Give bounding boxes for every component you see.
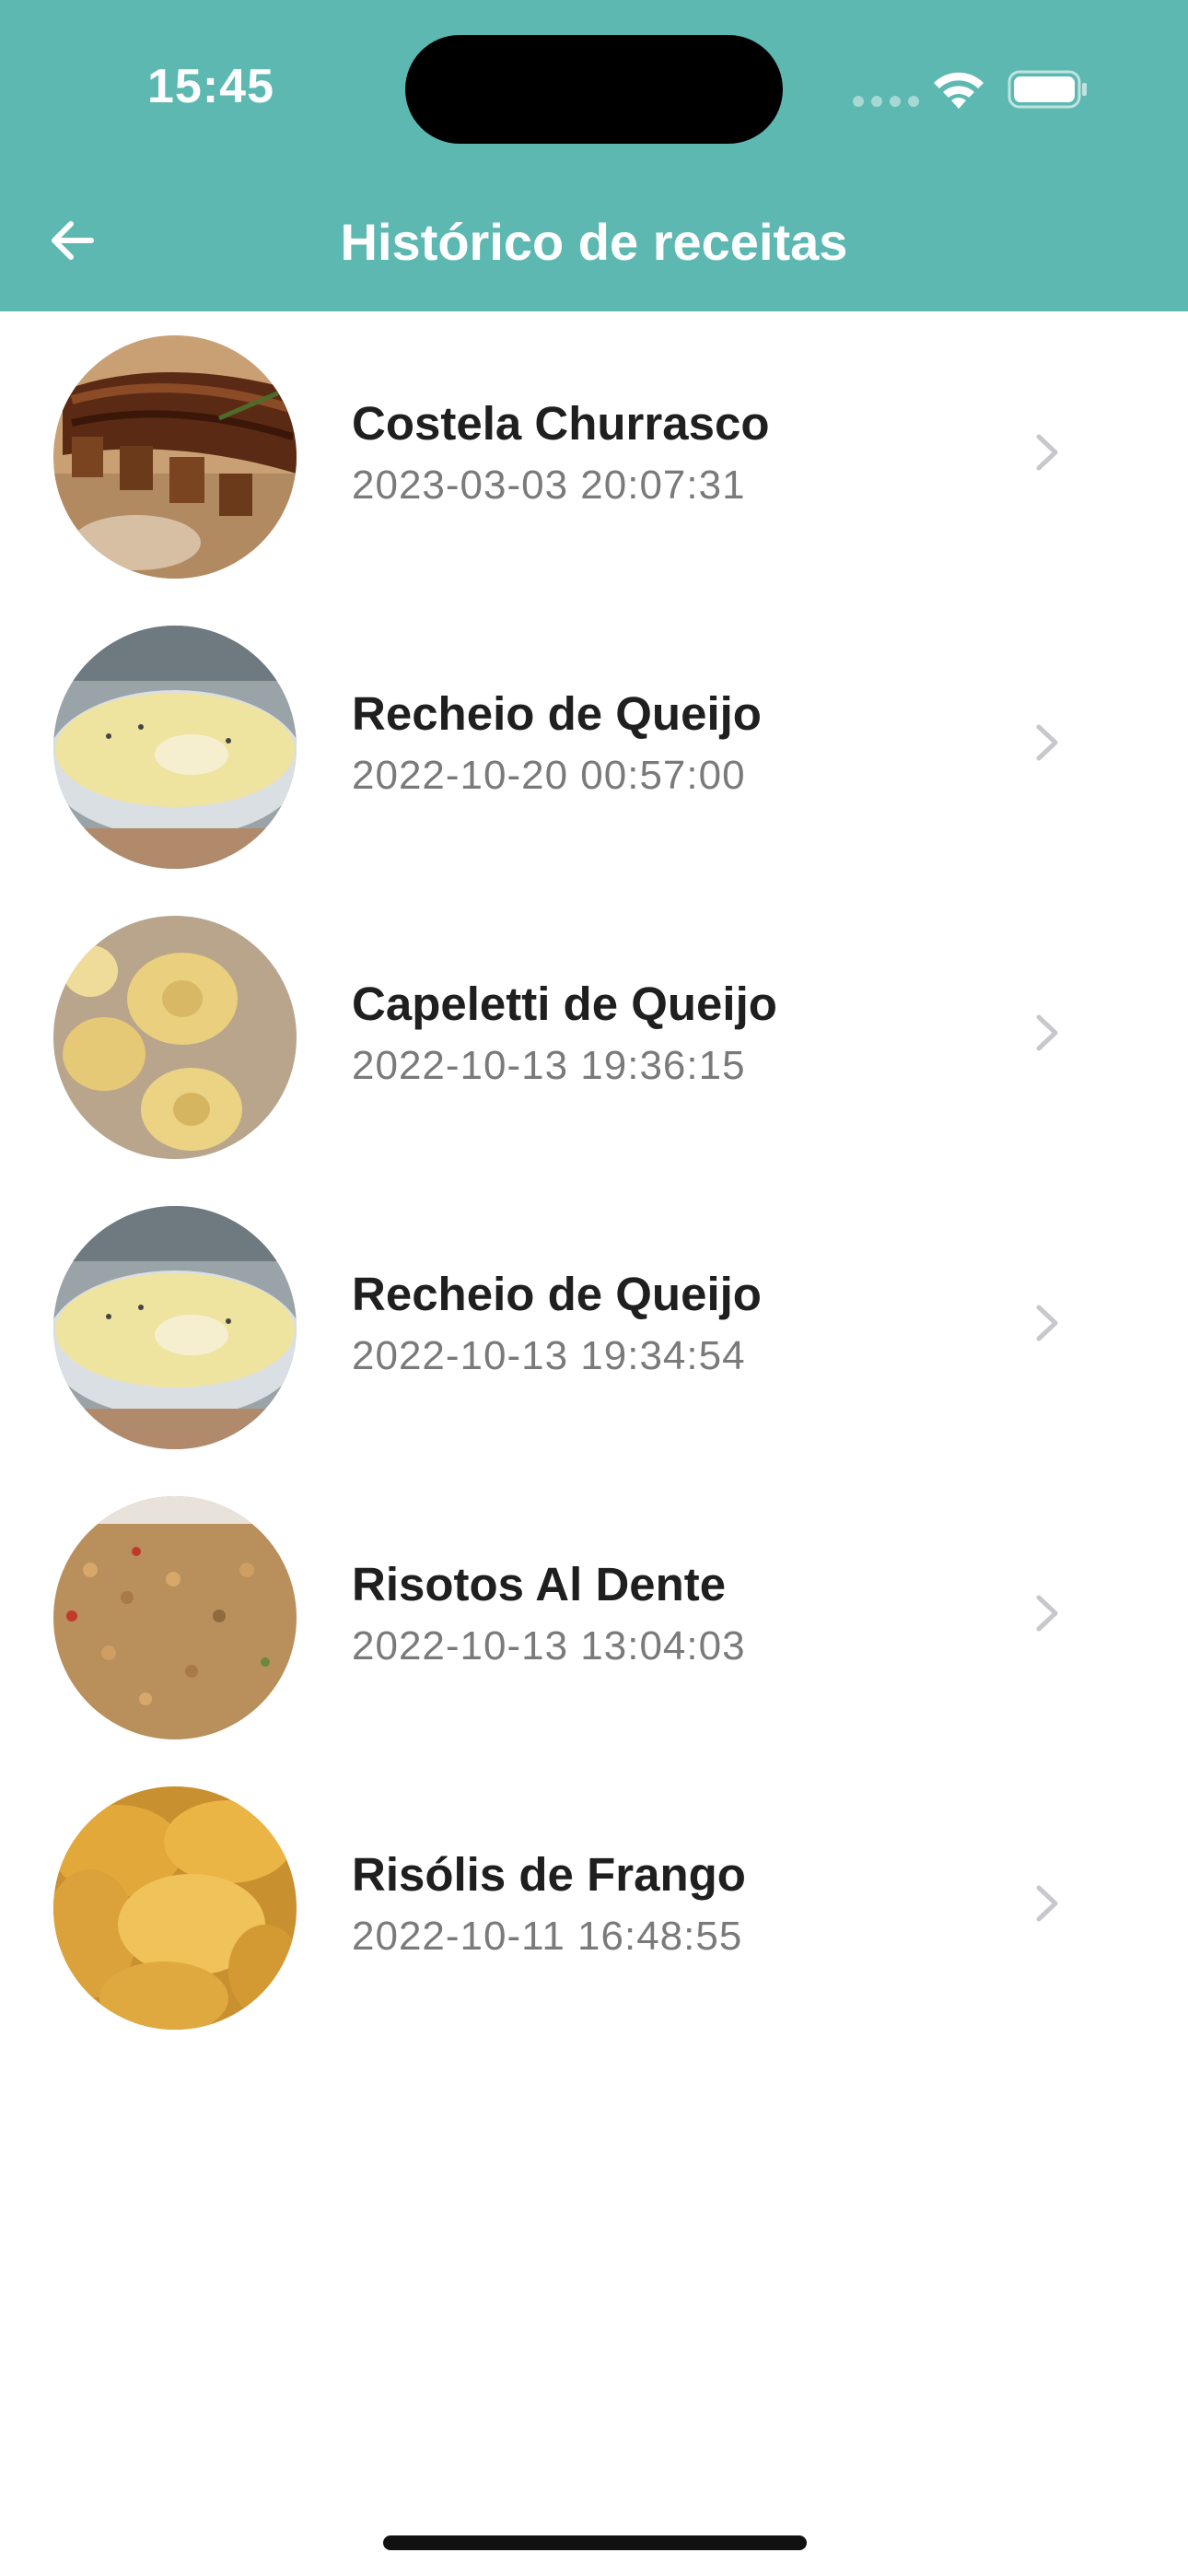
recipe-thumbnail (53, 916, 297, 1159)
list-item[interactable]: Risólis de Frango 2022-10-11 16:48:55 (0, 1762, 1188, 2053)
page-title: Histórico de receitas (340, 213, 848, 271)
recipe-date: 2022-10-20 00:57:00 (352, 753, 746, 798)
recipe-name: Risotos Al Dente (352, 1558, 727, 1610)
chevron-right-icon (1036, 1885, 1058, 1922)
list-item[interactable]: Risotos Al Dente 2022-10-13 13:04:03 (0, 1472, 1188, 1762)
battery-icon (1007, 70, 1087, 109)
recipe-thumbnail (53, 626, 297, 869)
status-time: 15:45 (147, 60, 274, 113)
recipe-date: 2022-10-13 13:04:03 (352, 1623, 746, 1669)
recipe-thumbnail (53, 335, 297, 579)
recipe-date: 2022-10-13 19:36:15 (352, 1043, 746, 1088)
recipe-name: Recheio de Queijo (352, 687, 762, 740)
recipe-thumbnail (53, 1786, 297, 2030)
chevron-right-icon (1036, 724, 1058, 761)
recipe-name: Risólis de Frango (352, 1848, 746, 1901)
list-item[interactable]: Recheio de Queijo 2022-10-20 00:57:00 (0, 602, 1188, 892)
recipe-history-screen: 15:45 Histórico de receitas Costela Chur… (0, 0, 1188, 2576)
wifi-icon (934, 72, 984, 109)
list-item[interactable]: Recheio de Queijo 2022-10-13 19:34:54 (0, 1182, 1188, 1472)
dynamic-island (405, 35, 783, 144)
cellular-signal-icon (853, 96, 919, 107)
recipe-name: Capeletti de Queijo (352, 978, 777, 1030)
recipe-date: 2022-10-13 19:34:54 (352, 1333, 746, 1378)
header-bar: 15:45 Histórico de receitas (0, 0, 1188, 311)
recipe-name: Costela Churrasco (352, 397, 770, 450)
recipe-history-list: Costela Churrasco 2023-03-03 20:07:31 Re… (0, 311, 1188, 2053)
list-item[interactable]: Capeletti de Queijo 2022-10-13 19:36:15 (0, 892, 1188, 1182)
recipe-thumbnail (53, 1496, 297, 1739)
chevron-right-icon (1036, 434, 1058, 471)
chevron-right-icon (1036, 1014, 1058, 1051)
home-indicator[interactable] (383, 2535, 807, 2550)
recipe-date: 2023-03-03 20:07:31 (352, 463, 746, 508)
recipe-date: 2022-10-11 16:48:55 (352, 1914, 743, 1959)
chevron-right-icon (1036, 1595, 1058, 1632)
recipe-thumbnail (53, 1206, 297, 1449)
list-item[interactable]: Costela Churrasco 2023-03-03 20:07:31 (0, 311, 1188, 602)
chevron-right-icon (1036, 1305, 1058, 1341)
recipe-name: Recheio de Queijo (352, 1268, 762, 1320)
